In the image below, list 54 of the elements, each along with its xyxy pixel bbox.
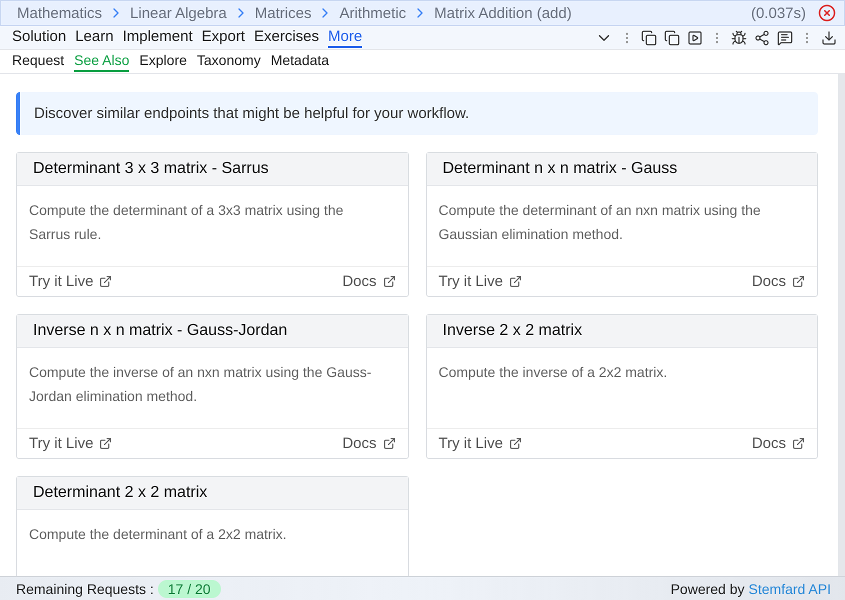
sub-tab[interactable]: Metadata — [270, 51, 330, 72]
sub-tab[interactable]: Taxonomy — [196, 51, 261, 72]
docs-link[interactable]: Docs — [752, 273, 805, 290]
docs-link[interactable]: Docs — [342, 435, 396, 452]
external-link-icon — [99, 437, 112, 450]
menu-tab[interactable]: Export — [202, 27, 245, 48]
info-notice: Discover similar endpoints that might be helpful for your workflow. — [16, 92, 818, 135]
external-link-icon — [508, 437, 522, 450]
external-link-icon — [792, 275, 805, 288]
card-title: Determinant 2 x 2 matrix — [17, 477, 408, 510]
try-live-link[interactable]: Try it Live — [29, 273, 112, 290]
breadcrumb-item[interactable]: Linear Algebra — [130, 4, 227, 22]
sub-tab[interactable]: Request — [12, 51, 64, 72]
powered-by-label: Powered by — [670, 580, 745, 596]
remaining-label: Remaining Requests : — [16, 580, 154, 596]
timing-text: (0.037s) — [750, 4, 806, 22]
sub-tab[interactable]: Explore — [139, 51, 187, 72]
play-icon[interactable] — [687, 30, 703, 46]
external-link-icon — [508, 275, 522, 288]
download-icon[interactable] — [821, 30, 837, 46]
try-live-link[interactable]: Try it Live — [29, 435, 112, 452]
card-description: Compute the determinant of an nxn matrix using the Gaussian elimination method. — [438, 201, 762, 244]
card-title: Determinant 3 x 3 matrix - Sarrus — [17, 153, 408, 186]
card-title: Determinant n x n matrix - Gauss — [426, 153, 817, 186]
copy-icon[interactable] — [664, 30, 680, 46]
comment-icon[interactable] — [777, 30, 793, 46]
card-title: Inverse 2 x 2 matrix — [426, 315, 817, 348]
menu-tab[interactable]: Exercises — [254, 27, 320, 48]
card-title: Inverse n x n matrix - Gauss-Jordan — [17, 315, 408, 348]
external-link-icon — [792, 437, 805, 450]
breadcrumb-item[interactable]: Mathematics — [17, 4, 102, 22]
card-description: Compute the determinant of a 3x3 matrix using the Sarrus rule. — [28, 201, 344, 244]
external-link-icon — [99, 275, 112, 288]
close-icon[interactable] — [818, 4, 836, 22]
card-description: Compute the inverse of an nxn matrix using the Gauss-Jordan elimination method. — [28, 363, 372, 406]
bug-icon[interactable] — [731, 30, 747, 46]
breadcrumb-item[interactable]: Matrices — [254, 4, 312, 22]
share-icon[interactable] — [754, 30, 770, 46]
docs-link[interactable]: Docs — [752, 435, 805, 452]
menu-tab[interactable]: Solution — [12, 27, 66, 48]
external-link-icon — [382, 437, 396, 450]
docs-link[interactable]: Docs — [342, 273, 396, 290]
external-link-icon — [382, 275, 396, 288]
card-description: Compute the determinant of a 2x2 matrix. — [28, 525, 288, 544]
copy-icon[interactable] — [641, 30, 657, 46]
breadcrumb-item[interactable]: Arithmetic — [339, 4, 406, 22]
menu-tab[interactable]: Learn — [75, 27, 114, 48]
menu-tab[interactable]: Implement — [122, 27, 193, 48]
try-live-link[interactable]: Try it Live — [438, 273, 522, 290]
breadcrumb-item[interactable]: Matrix Addition (add) — [434, 4, 572, 22]
try-live-link[interactable]: Try it Live — [438, 435, 522, 452]
menu-tab[interactable]: More — [328, 27, 362, 48]
remaining-count: 17 / 20 — [158, 580, 221, 598]
card-description: Compute the inverse of a 2x2 matrix. — [438, 363, 668, 382]
